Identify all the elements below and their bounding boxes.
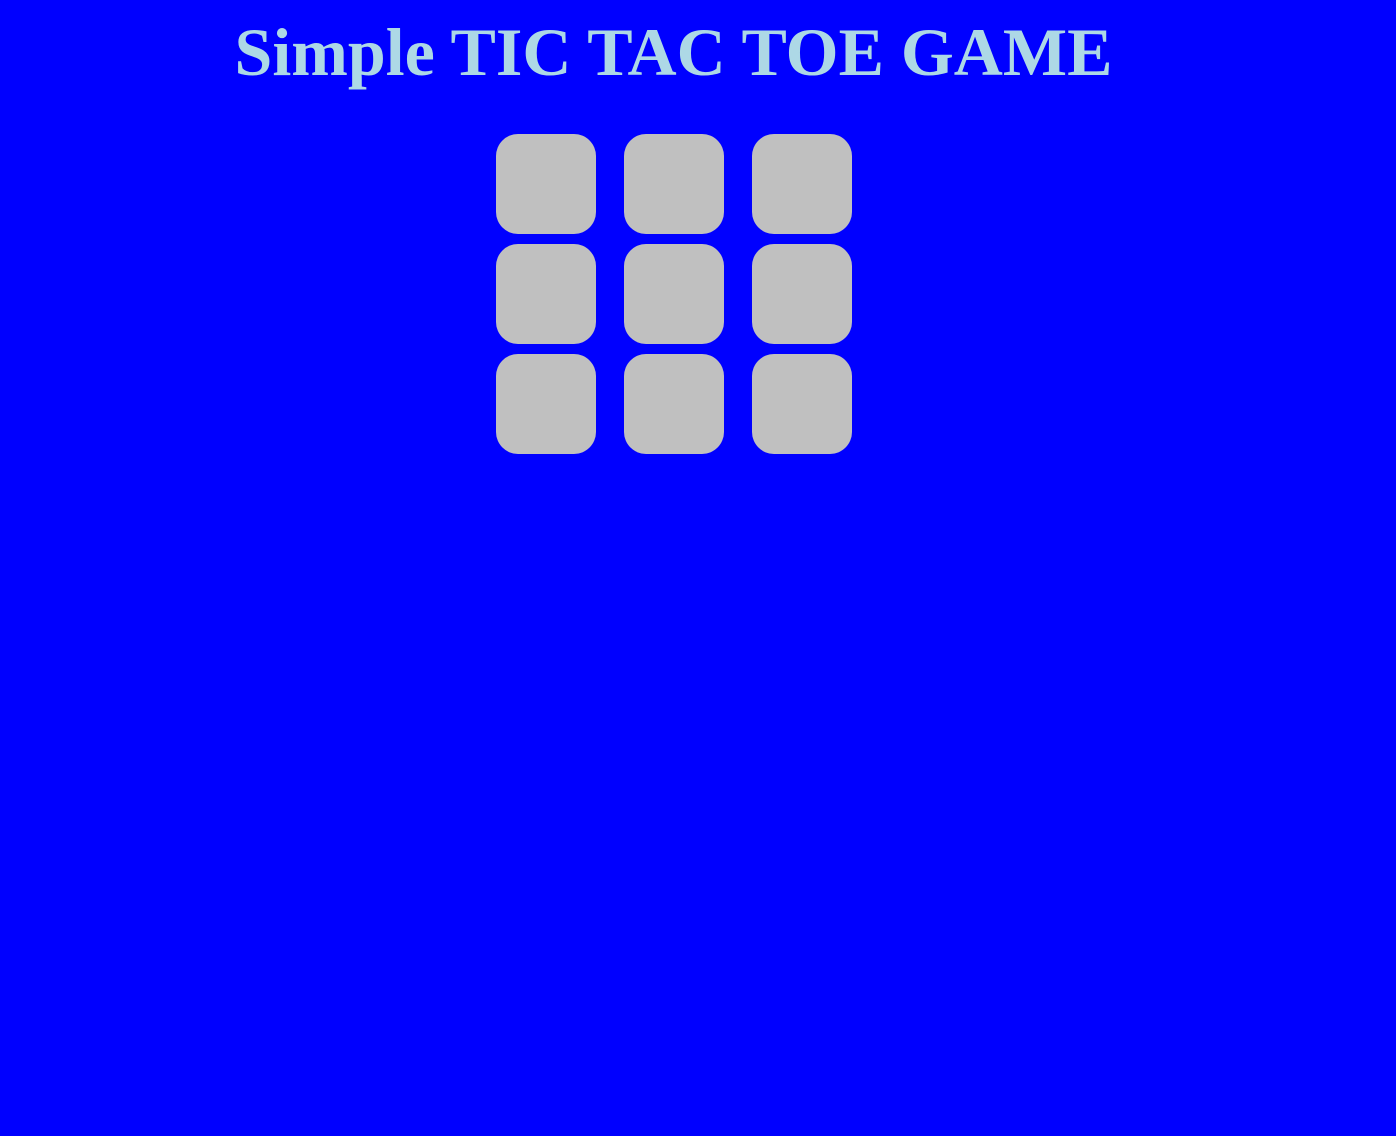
board-cell-1[interactable] [496,134,596,234]
board-cell-5[interactable] [624,244,724,344]
board-cell-7[interactable] [496,354,596,454]
page-title: Simple TIC TAC TOE GAME [234,14,1113,90]
board-cell-3[interactable] [752,134,852,234]
board-cell-6[interactable] [752,244,852,344]
board-cell-9[interactable] [752,354,852,454]
board-cell-2[interactable] [624,134,724,234]
game-board [496,134,852,454]
board-cell-8[interactable] [624,354,724,454]
board-cell-4[interactable] [496,244,596,344]
